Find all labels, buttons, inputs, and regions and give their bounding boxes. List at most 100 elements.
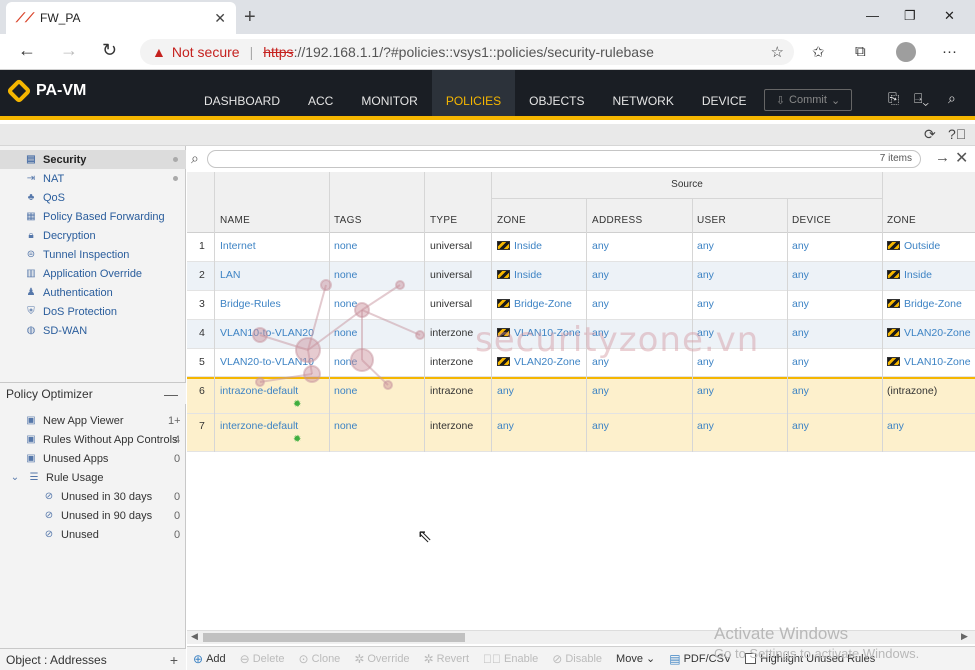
rule-tags[interactable]: none — [334, 385, 357, 397]
sidebar-item-nat[interactable]: ⇥ NAT — [0, 169, 186, 188]
nav-acc[interactable]: ACC — [294, 70, 347, 116]
object-panel-header[interactable]: Object : Addresses + — [0, 648, 186, 670]
col-name[interactable]: NAME — [220, 215, 250, 226]
move-button[interactable]: Move ⌄ — [616, 652, 655, 666]
favorite-star-icon[interactable]: ☆ — [771, 43, 784, 61]
collections-icon[interactable]: ⧉ — [855, 43, 866, 60]
back-icon[interactable]: ← — [18, 40, 36, 61]
source-user[interactable]: any — [697, 385, 714, 397]
col-source-user[interactable]: USER — [697, 215, 726, 226]
nav-device[interactable]: DEVICE — [688, 70, 761, 116]
optimizer-unused-apps[interactable]: ▣ Unused Apps 0 — [24, 449, 184, 468]
nav-objects[interactable]: OBJECTS — [515, 70, 598, 116]
rule-tags[interactable]: none — [334, 298, 357, 310]
source-device[interactable]: any — [792, 298, 809, 310]
expand-plus-icon[interactable]: + — [170, 652, 178, 668]
help-icon[interactable]: ?⃝ — [948, 126, 966, 142]
clone-button[interactable]: ⊙ Clone — [299, 652, 341, 666]
sidebar-item-app-override[interactable]: ▥ Application Override — [0, 264, 186, 283]
source-device[interactable]: any — [792, 269, 809, 281]
search-icon[interactable]: ⌕ — [948, 90, 956, 107]
nav-network[interactable]: NETWORK — [599, 70, 688, 116]
rule-tags[interactable]: none — [334, 327, 357, 339]
source-device[interactable]: any — [792, 385, 809, 397]
source-address[interactable]: any — [592, 298, 609, 310]
destination-zone[interactable]: any — [887, 420, 904, 432]
override-button[interactable]: ✲ Override — [354, 652, 409, 666]
source-user[interactable]: any — [697, 298, 714, 310]
destination-zone[interactable]: Bridge-Zone — [887, 298, 962, 310]
source-zone[interactable]: any — [497, 385, 514, 397]
clear-filter-icon[interactable]: ✕ — [955, 148, 968, 168]
rule-name[interactable]: LAN — [220, 269, 240, 281]
destination-zone[interactable]: VLAN20-Zone — [887, 327, 971, 339]
rule-tags[interactable]: none — [334, 240, 357, 252]
sidebar-item-security[interactable]: ▤ Security — [0, 150, 186, 169]
optimizer-unused[interactable]: ⊘ Unused 0 — [42, 525, 184, 544]
rule-name[interactable]: Internet — [220, 240, 256, 252]
source-zone[interactable]: any — [497, 420, 514, 432]
sidebar-item-pbf[interactable]: ▦ Policy Based Forwarding — [0, 207, 186, 226]
refresh-icon[interactable]: ⟳ — [924, 126, 936, 143]
revert-button[interactable]: ✲ Revert — [424, 652, 469, 666]
sidebar-item-qos[interactable]: ♣ QoS — [0, 188, 186, 207]
rule-name[interactable]: intrazone-default — [220, 385, 298, 397]
col-source-device[interactable]: DEVICE — [792, 215, 831, 226]
col-tags[interactable]: TAGS — [334, 215, 362, 226]
favorites-list-icon[interactable]: ✩ — [812, 43, 825, 61]
destination-zone[interactable]: VLAN10-Zone — [887, 356, 971, 368]
source-device[interactable]: any — [792, 327, 809, 339]
tab-close-icon[interactable]: ✕ — [214, 10, 226, 27]
delete-button[interactable]: ⊖ Delete — [240, 652, 285, 666]
browser-tab[interactable]: ⟋⟋ FW_PA ✕ — [6, 2, 236, 34]
nav-policies[interactable]: POLICIES — [431, 70, 516, 116]
nav-dashboard[interactable]: DASHBOARD — [190, 70, 294, 116]
source-address[interactable]: any — [592, 269, 609, 281]
new-tab-button[interactable]: + — [244, 6, 256, 29]
more-icon[interactable]: ··· — [942, 43, 957, 60]
source-address[interactable]: any — [592, 420, 609, 432]
sidebar-item-decryption[interactable]: 🔒︎ Decryption — [0, 226, 186, 245]
table-row[interactable]: 2 LAN none universal Inside any any any Inside — [187, 262, 975, 291]
table-row[interactable]: 3 Bridge-Rules none universal Bridge-Zone any… — [187, 291, 975, 320]
rule-name[interactable]: VLAN10-to-VLAN20 — [220, 327, 314, 339]
window-close-icon[interactable]: ✕ — [944, 8, 955, 24]
rule-name[interactable]: VLAN20-to-VLAN10 — [220, 356, 314, 368]
optimizer-rule-usage[interactable]: ⌄ ☰ Rule Usage — [8, 468, 184, 487]
nav-monitor[interactable]: MONITOR — [347, 70, 431, 116]
apply-filter-icon[interactable]: → — [935, 149, 950, 166]
rule-name[interactable]: Bridge-Rules — [220, 298, 281, 310]
optimizer-new-app-viewer[interactable]: ▣ New App Viewer 1+ — [24, 411, 184, 430]
disable-button[interactable]: ⊘ Disable — [552, 652, 602, 666]
source-device[interactable]: any — [792, 356, 809, 368]
restore-icon[interactable]: ❐ — [904, 8, 916, 24]
source-zone[interactable]: Inside — [497, 240, 542, 252]
source-zone[interactable]: Inside — [497, 269, 542, 281]
destination-zone[interactable]: Outside — [887, 240, 940, 252]
source-user[interactable]: any — [697, 420, 714, 432]
table-row[interactable]: 1 Internet none universal Inside any any any Out… — [187, 233, 975, 262]
scroll-right-icon[interactable]: ▶ — [961, 631, 968, 642]
sidebar-item-tunnel[interactable]: ⊜ Tunnel Inspection — [0, 245, 186, 264]
optimizer-unused-90[interactable]: ⊘ Unused in 90 days 0 — [42, 506, 184, 525]
collapse-icon[interactable]: — — [164, 386, 178, 402]
add-button[interactable]: ⊕ Add — [193, 652, 226, 666]
profile-avatar[interactable] — [896, 42, 916, 62]
sidebar-item-authentication[interactable]: ♟ Authentication — [0, 283, 186, 302]
config-lock-icon[interactable]: ⎘ — [888, 90, 899, 107]
rule-name[interactable]: interzone-default — [220, 420, 298, 432]
source-device[interactable]: any — [792, 240, 809, 252]
policy-optimizer-header[interactable]: Policy Optimizer — — [0, 382, 186, 404]
rule-tags[interactable]: none — [334, 420, 357, 432]
optimizer-rules-without-app[interactable]: ▣ Rules Without App Controls 4 — [24, 430, 184, 449]
scrollbar-thumb[interactable] — [203, 633, 465, 642]
enable-button[interactable]: ✓⃝ Enable — [483, 652, 538, 666]
col-dest-zone[interactable]: ZONE — [887, 215, 916, 226]
commit-button[interactable]: ⇩ Commit ⌄ — [764, 89, 852, 111]
col-type[interactable]: TYPE — [430, 215, 457, 226]
col-source-zone[interactable]: ZONE — [497, 215, 526, 226]
destination-zone[interactable]: Inside — [887, 269, 932, 281]
scroll-left-icon[interactable]: ◀ — [191, 631, 198, 642]
source-device[interactable]: any — [792, 420, 809, 432]
expand-chevron-icon[interactable]: ⌄ — [8, 472, 22, 483]
